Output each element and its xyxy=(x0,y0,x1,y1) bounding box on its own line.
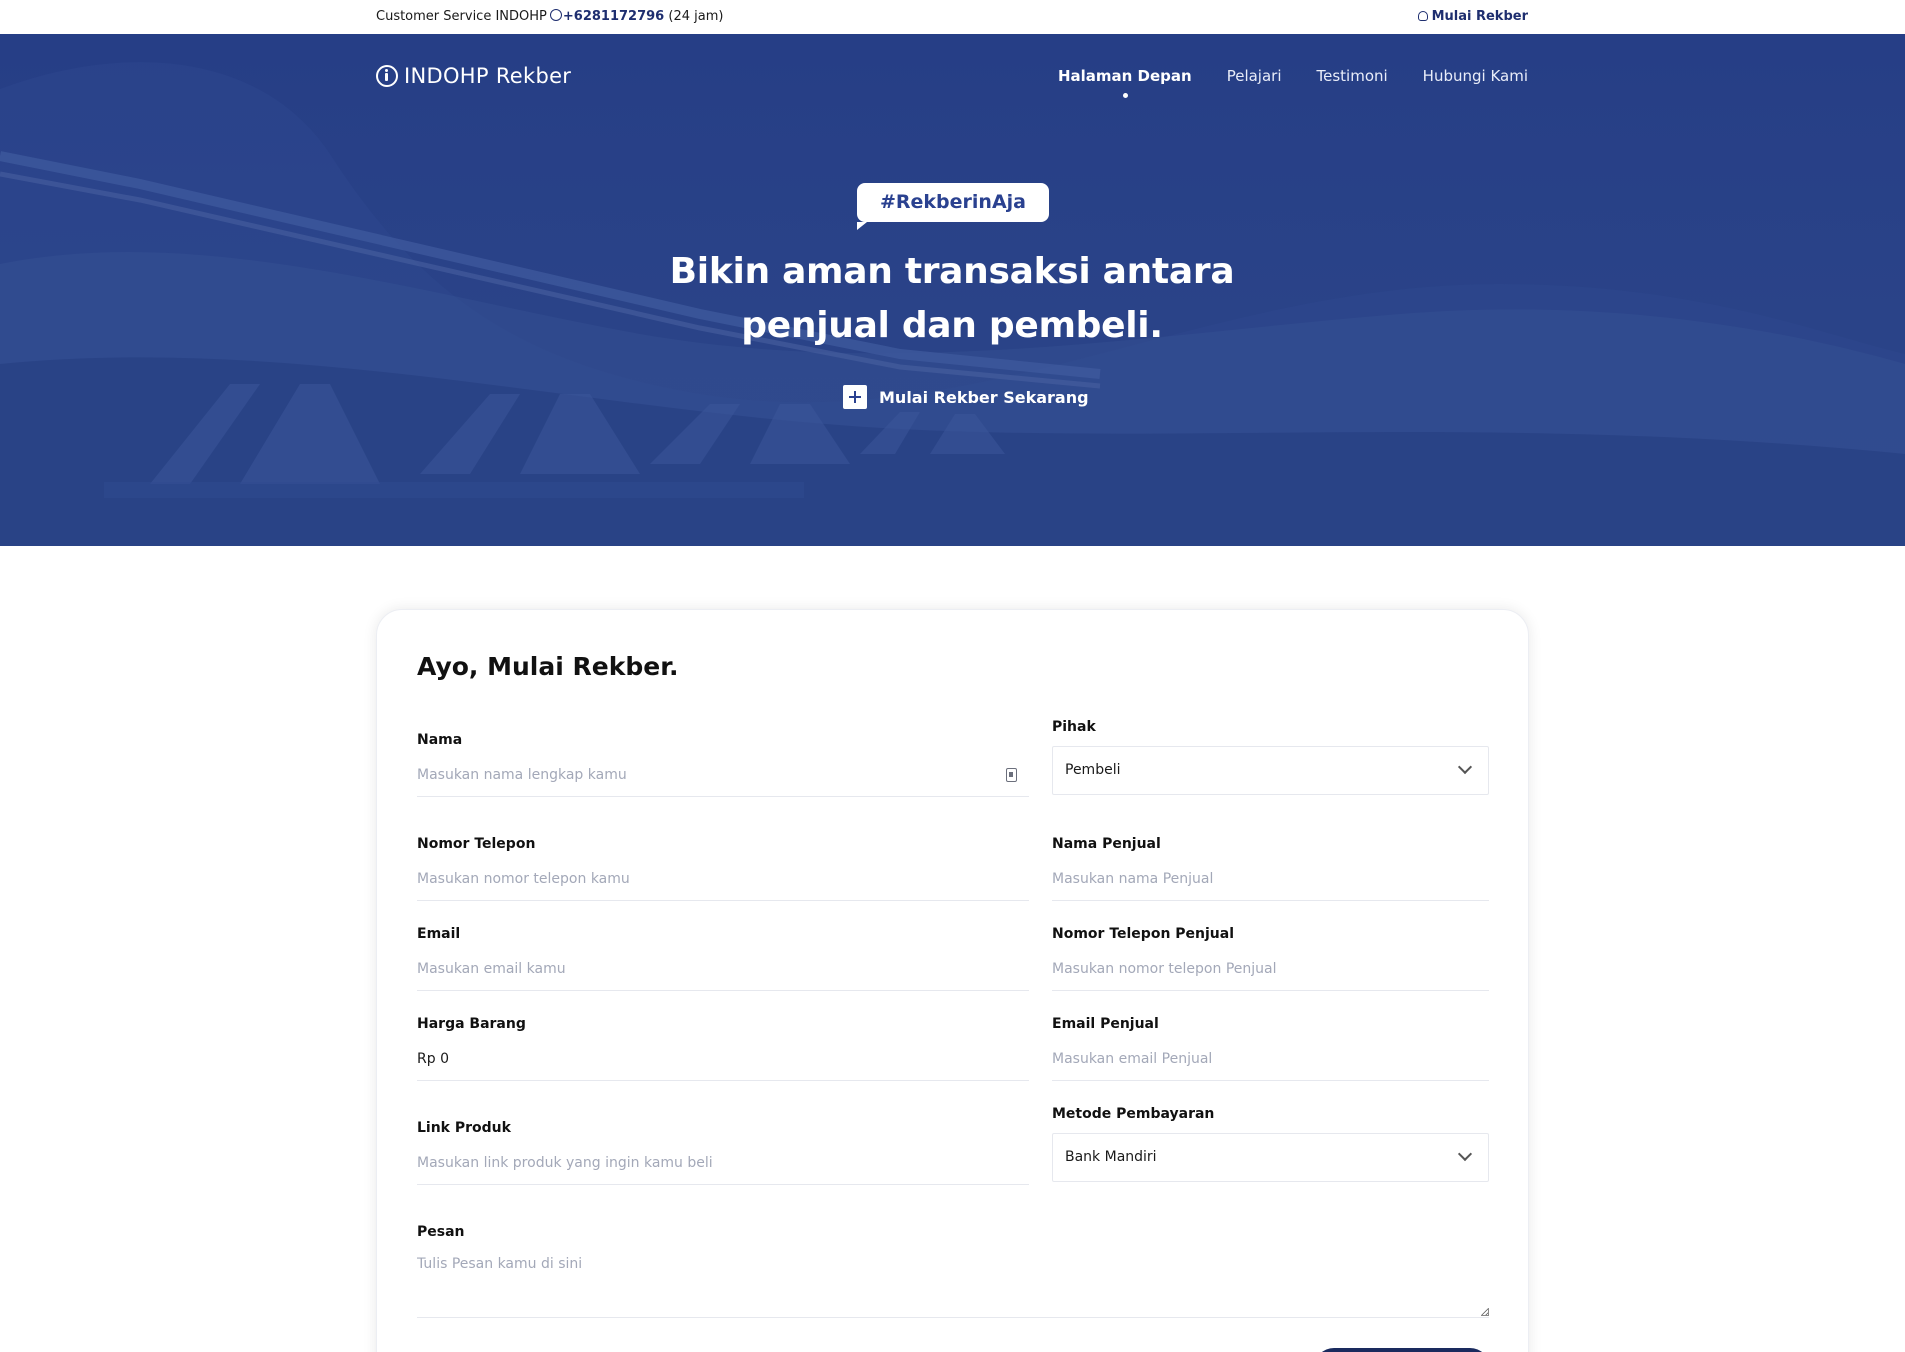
nama-penjual-field: Nama Penjual xyxy=(1052,836,1489,901)
brand-name: INDOHP Rekber xyxy=(404,64,572,88)
top-login-link[interactable]: Mulai Rekber xyxy=(1417,9,1528,24)
start-rekber-label: Mulai Rekber Sekarang xyxy=(879,387,1089,407)
harga-label: Harga Barang xyxy=(417,1016,526,1032)
email-input[interactable] xyxy=(417,947,1029,991)
start-rekber-button[interactable]: Mulai Rekber Sekarang xyxy=(843,385,1089,409)
nama-penjual-input[interactable] xyxy=(1052,857,1489,901)
cs-phone-link[interactable]: +6281172796 xyxy=(563,9,664,24)
nama-input[interactable] xyxy=(417,753,1029,797)
hero-section: INDOHP Rekber Halaman Depan Pelajari Tes… xyxy=(0,34,1905,546)
email-penjual-label: Email Penjual xyxy=(1052,1016,1159,1032)
nama-field: Nama xyxy=(417,732,1029,797)
nav-item-pelajari[interactable]: Pelajari xyxy=(1227,67,1282,85)
telepon-penjual-input[interactable] xyxy=(1052,947,1489,991)
nav-item-halaman-depan[interactable]: Halaman Depan xyxy=(1058,67,1192,98)
telepon-label: Nomor Telepon xyxy=(417,836,536,852)
telepon-penjual-field: Nomor Telepon Penjual xyxy=(1052,926,1489,991)
page: Customer Service INDOHP +6281172796 (24 j… xyxy=(0,0,1905,1352)
telepon-penjual-label: Nomor Telepon Penjual xyxy=(1052,926,1235,942)
pesan-label: Pesan xyxy=(417,1224,465,1240)
email-penjual-field: Email Penjual xyxy=(1052,1016,1489,1081)
plus-icon xyxy=(843,385,867,409)
form-title: Ayo, Mulai Rekber. xyxy=(417,652,679,681)
brand-logo[interactable]: INDOHP Rekber xyxy=(376,64,571,88)
email-label: Email xyxy=(417,926,461,942)
pesan-field: Pesan xyxy=(417,1224,1489,1318)
nama-penjual-label: Nama Penjual xyxy=(1052,836,1161,852)
customer-service-info: Customer Service INDOHP +6281172796 (24 j… xyxy=(376,9,723,24)
pihak-select[interactable]: Pembeli xyxy=(1052,746,1489,795)
link-field: Link Produk xyxy=(417,1120,1029,1185)
link-input[interactable] xyxy=(417,1141,1029,1185)
harga-field: Harga Barang xyxy=(417,1016,1029,1081)
whatsapp-icon xyxy=(549,9,562,21)
submit-button[interactable] xyxy=(1314,1348,1490,1352)
cs-label: Customer Service INDOHP xyxy=(376,9,547,24)
logo-icon xyxy=(376,65,398,87)
harga-input[interactable] xyxy=(417,1037,1029,1081)
cs-hours: (24 jam) xyxy=(668,9,724,24)
nav-item-testimoni[interactable]: Testimoni xyxy=(1317,67,1388,85)
contact-card-icon xyxy=(1006,768,1017,782)
pesan-textarea[interactable] xyxy=(417,1256,1489,1318)
metode-select[interactable]: Bank Mandiri xyxy=(1052,1133,1489,1182)
chevron-down-icon xyxy=(1457,1146,1473,1162)
hashtag-badge: #RekberinAja xyxy=(857,183,1049,230)
email-penjual-input[interactable] xyxy=(1052,1037,1489,1081)
pihak-field: Pihak Pembeli xyxy=(1052,719,1489,795)
metode-field: Metode Pembayaran Bank Mandiri xyxy=(1052,1106,1489,1182)
top-login-label: Mulai Rekber xyxy=(1431,9,1528,24)
resize-handle[interactable] xyxy=(1481,1308,1489,1316)
pihak-label: Pihak xyxy=(1052,719,1096,735)
top-bar: Customer Service INDOHP +6281172796 (24 j… xyxy=(0,0,1905,34)
email-field: Email xyxy=(417,926,1029,991)
hero-headline-line-2: penjual dan pembeli. xyxy=(741,305,1163,346)
user-icon xyxy=(1417,11,1428,21)
link-label: Link Produk xyxy=(417,1120,511,1136)
hero-headline-line-1: Bikin aman transaksi antara xyxy=(669,251,1235,292)
pihak-selected-value: Pembeli xyxy=(1065,762,1121,778)
nama-label: Nama xyxy=(417,732,463,748)
main-nav: Halaman Depan Pelajari Testimoni Hubungi… xyxy=(1058,67,1528,98)
metode-label: Metode Pembayaran xyxy=(1052,1106,1215,1122)
nav-item-hubungi-kami[interactable]: Hubungi Kami xyxy=(1423,67,1528,85)
telepon-field: Nomor Telepon xyxy=(417,836,1029,901)
hero-headline: Bikin aman transaksi antara penjual dan … xyxy=(552,245,1352,353)
metode-selected-value: Bank Mandiri xyxy=(1065,1149,1157,1165)
rekber-form-card: Ayo, Mulai Rekber. Nama Pihak Pembeli No… xyxy=(376,609,1529,1352)
chevron-down-icon xyxy=(1457,759,1473,775)
telepon-input[interactable] xyxy=(417,857,1029,901)
